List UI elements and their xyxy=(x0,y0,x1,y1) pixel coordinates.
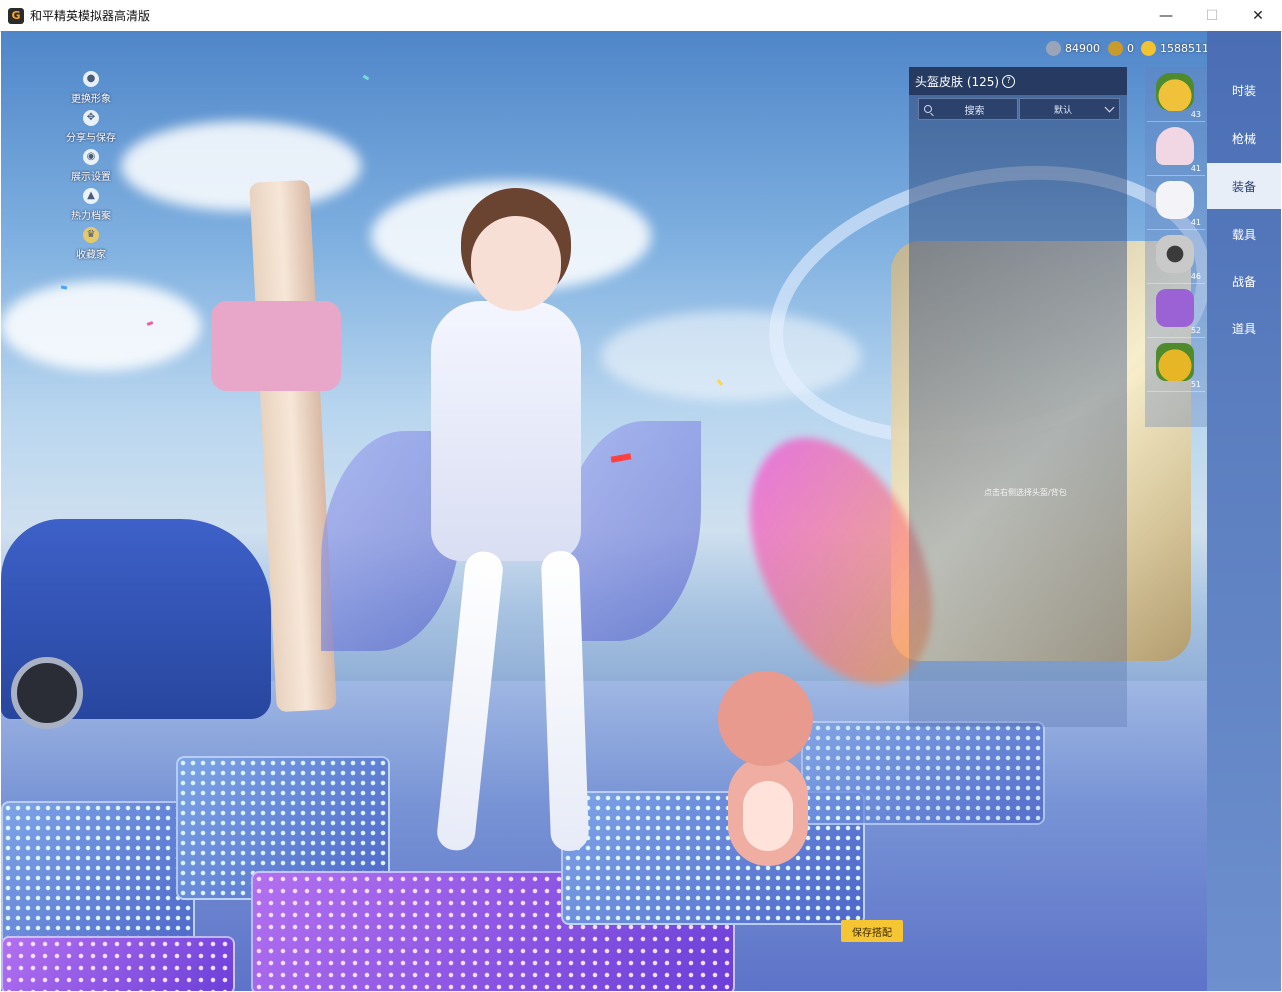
equipment-slot[interactable]: 41 xyxy=(1147,175,1205,230)
display-settings-button[interactable]: ◉ 展示设置 xyxy=(61,149,121,188)
gold-badge-icon xyxy=(1108,41,1123,56)
tab-battle-prep[interactable]: 战备 xyxy=(1207,258,1281,304)
save-outfit-button[interactable]: 保存搭配 xyxy=(841,920,903,942)
badge-currency-value: 0 xyxy=(1127,42,1134,55)
equipment-slot[interactable]: 46 xyxy=(1147,229,1205,284)
character-head xyxy=(471,216,561,311)
menu-label: 展示设置 xyxy=(71,172,111,183)
panel-hint-text: 点击右侧选择头盔/背包 xyxy=(984,488,1067,497)
cloud xyxy=(1,281,201,371)
skin-panel-header: 头盔皮肤 (125) ? xyxy=(909,67,1127,95)
person-icon: ● xyxy=(83,71,99,87)
slot-level: 51 xyxy=(1190,380,1201,389)
collector-icon: ♛ xyxy=(83,227,99,243)
change-avatar-button[interactable]: ● 更换形象 xyxy=(61,71,121,110)
category-nav: 时装 枪械 装备 载具 战备 道具 xyxy=(1207,31,1281,991)
slot-level: 41 xyxy=(1190,218,1201,227)
skin-search-input[interactable]: 搜索 xyxy=(918,98,1018,120)
window-title: 和平精英模拟器高清版 xyxy=(30,9,151,23)
floor-tile xyxy=(801,721,1045,825)
collector-button[interactable]: ♛ 收藏家 xyxy=(61,227,121,266)
car-wheel xyxy=(11,657,83,729)
pink-rifle-body xyxy=(211,301,341,391)
left-side-menu: ● 更换形象 ✥ 分享与保存 ◉ 展示设置 ▲ 热力档案 ♛ 收藏家 xyxy=(61,71,121,266)
equipment-slot-column: 43 41 41 46 52 51 xyxy=(1145,67,1207,427)
skin-panel-title: 头盔皮肤 (125) xyxy=(915,74,1000,89)
beaver-head xyxy=(718,671,813,766)
heat-archive-button[interactable]: ▲ 热力档案 xyxy=(61,188,121,227)
sort-value: 默认 xyxy=(1053,105,1072,116)
badge-currency: 0 xyxy=(1108,41,1134,56)
cloud xyxy=(121,121,361,211)
beaver-belly xyxy=(743,781,793,851)
tab-weapons[interactable]: 枪械 xyxy=(1207,115,1281,161)
slot-level: 52 xyxy=(1190,326,1201,335)
gold-coin-icon xyxy=(1141,41,1156,56)
tab-equipment[interactable]: 装备 xyxy=(1207,163,1281,209)
white-helmet-icon xyxy=(1156,181,1194,219)
silver-currency-value: 84900 xyxy=(1065,42,1100,55)
silver-coin-icon xyxy=(1046,41,1061,56)
share-icon: ✥ xyxy=(83,110,99,126)
equipment-slot[interactable]: 52 xyxy=(1147,283,1205,338)
search-icon xyxy=(924,105,932,113)
menu-label: 热力档案 xyxy=(71,211,111,222)
chevron-down-icon xyxy=(1104,102,1115,113)
flame-icon: ▲ xyxy=(83,188,99,204)
maximize-button[interactable]: ☐ xyxy=(1189,0,1235,31)
pineapple-backpack-icon xyxy=(1156,343,1194,381)
helmet-skin-panel: 头盔皮肤 (125) ? 搜索 默认 点击右侧选择头盔/背包 xyxy=(909,67,1127,727)
tab-items[interactable]: 道具 xyxy=(1207,305,1281,351)
equipment-slot[interactable]: 43 xyxy=(1147,67,1205,122)
confetti xyxy=(362,74,370,81)
beaver-pet xyxy=(713,671,823,901)
slot-level: 46 xyxy=(1190,272,1201,281)
blue-sports-car xyxy=(1,519,271,729)
window-titlebar: G 和平精英模拟器高清版 — ☐ ✕ xyxy=(0,0,1282,32)
eye-icon: ◉ xyxy=(83,149,99,165)
pig-helmet-icon xyxy=(1156,127,1194,165)
share-save-button[interactable]: ✥ 分享与保存 xyxy=(61,110,121,149)
gold-currency: 1588511 xyxy=(1141,41,1209,56)
sort-dropdown[interactable]: 默认 xyxy=(1019,98,1120,120)
app-logo-icon: G xyxy=(8,7,24,24)
equipment-slot[interactable]: 51 xyxy=(1147,337,1205,392)
purple-backpack-icon xyxy=(1156,289,1194,327)
slot-level: 43 xyxy=(1190,110,1201,119)
character-leg xyxy=(435,549,505,853)
menu-label: 分享与保存 xyxy=(66,133,116,144)
search-placeholder: 搜索 xyxy=(964,105,985,117)
equipment-slot[interactable]: 41 xyxy=(1147,121,1205,176)
minimize-button[interactable]: — xyxy=(1143,0,1189,31)
menu-label: 更换形象 xyxy=(71,94,111,105)
tab-vehicles[interactable]: 载具 xyxy=(1207,211,1281,257)
character-dress xyxy=(431,301,581,561)
knight-helmet-icon xyxy=(1156,235,1194,273)
character-legs xyxy=(386,549,590,871)
character-leg xyxy=(540,550,590,852)
menu-label: 收藏家 xyxy=(76,250,106,261)
slot-level: 41 xyxy=(1190,164,1201,173)
game-viewport[interactable]: ● 更换形象 ✥ 分享与保存 ◉ 展示设置 ▲ 热力档案 ♛ 收藏家 84900… xyxy=(1,31,1281,991)
window-close-button[interactable]: ✕ xyxy=(1235,0,1281,31)
glowing-floor-tile xyxy=(1,936,235,991)
gold-currency-value: 1588511 xyxy=(1160,42,1209,55)
silver-currency: 84900 xyxy=(1046,41,1100,56)
floor-tile xyxy=(1,801,195,955)
pineapple-helmet-icon xyxy=(1156,73,1194,111)
tab-fashion[interactable]: 时装 xyxy=(1207,67,1281,113)
help-icon[interactable]: ? xyxy=(1002,74,1016,88)
